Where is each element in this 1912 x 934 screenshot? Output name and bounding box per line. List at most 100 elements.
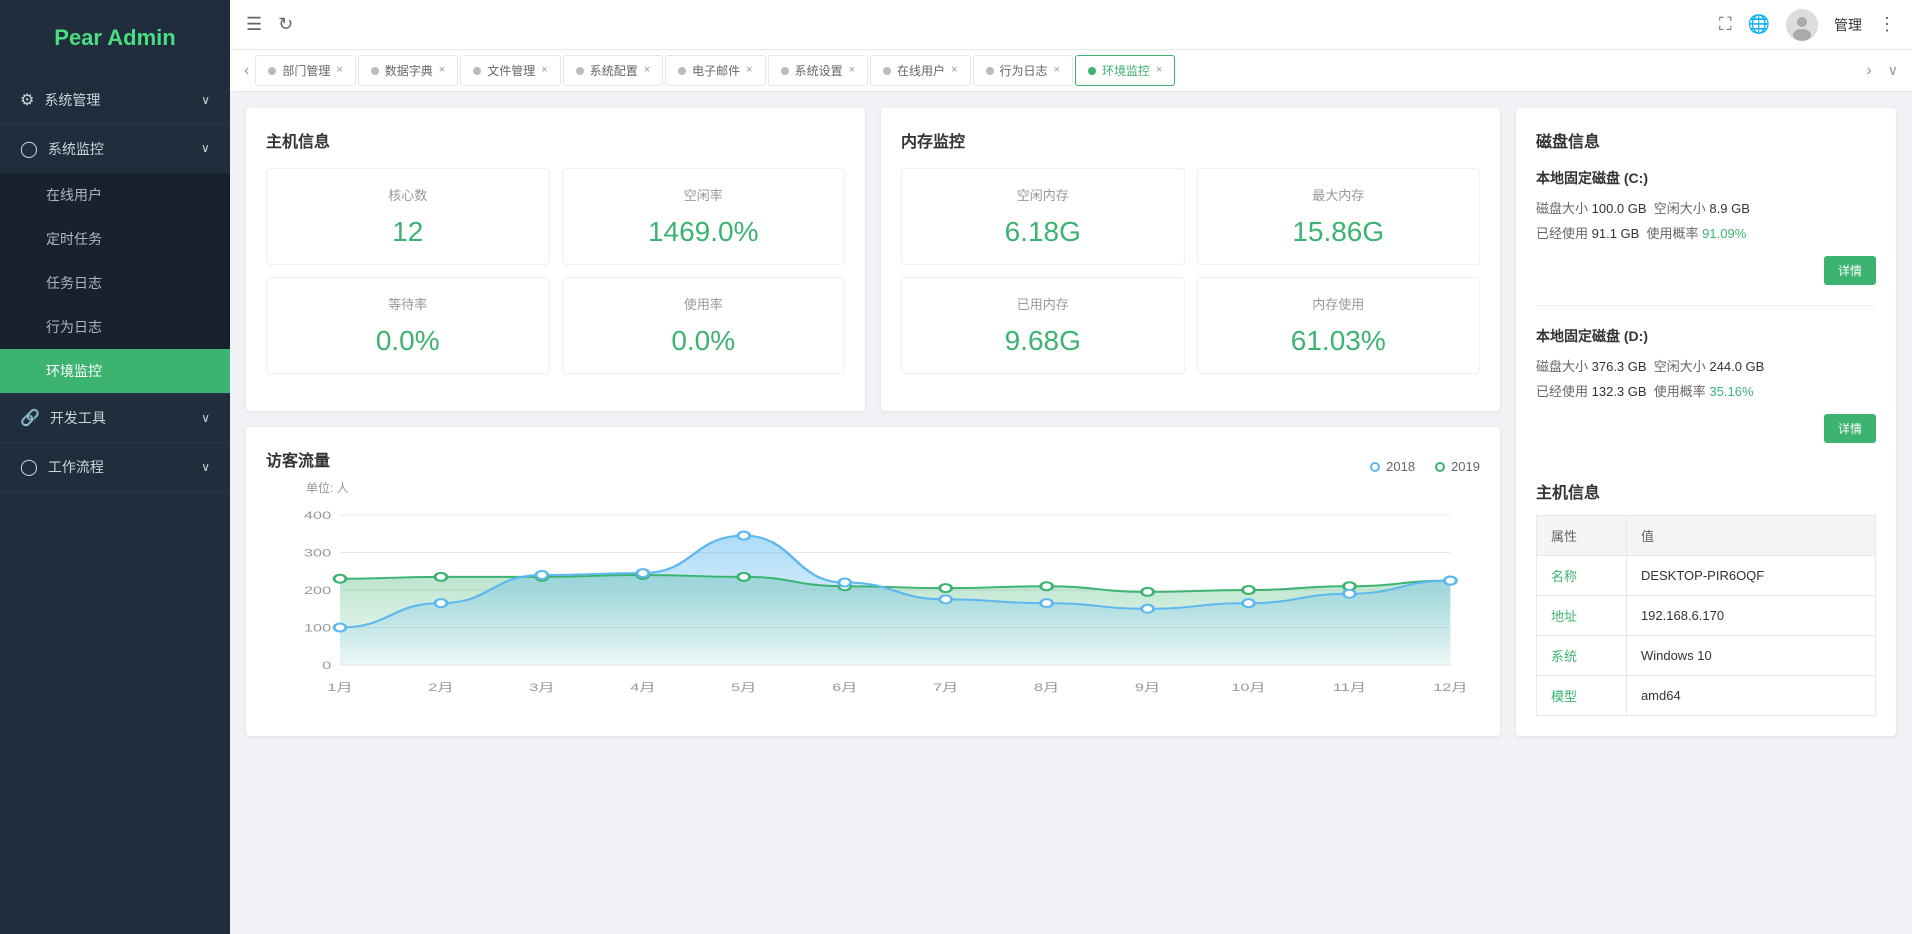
mem-metric-value-1: 15.86G	[1214, 216, 1464, 248]
svg-text:300: 300	[304, 546, 331, 559]
sidebar-item-scheduled-tasks[interactable]: 定时任务	[0, 217, 230, 261]
col-attr: 属性	[1537, 516, 1627, 556]
tab-dot-6	[883, 67, 891, 75]
host-metric-value-3: 0.0%	[579, 325, 829, 357]
host-table-body: 名称DESKTOP-PIR6OQF地址192.168.6.170系统Window…	[1537, 556, 1876, 716]
tab-dot-1	[371, 67, 379, 75]
sidebar-item-env-monitor[interactable]: 环境监控	[0, 349, 230, 393]
sidebar-group-header-system-monitor[interactable]: ◯ 系统监控 ∧	[0, 125, 230, 173]
header: ☰ ↻ ⛶ 🌐 管理 ⋮	[230, 0, 1912, 50]
mem-metric-label-1: 最大内存	[1214, 185, 1464, 204]
host-row-value-1: 192.168.6.170	[1626, 596, 1875, 636]
tab-close-3[interactable]: ×	[644, 65, 650, 76]
sidebar-item-behavior-log[interactable]: 行为日志	[0, 305, 230, 349]
tab-item-0[interactable]: 部门管理×	[255, 55, 355, 86]
fullscreen-icon[interactable]: ⛶	[1719, 14, 1732, 35]
workflow-icon: ◯	[20, 457, 38, 477]
tabs-next-btn[interactable]: ›	[1860, 62, 1877, 80]
memory-metric-0: 空闲内存 6.18G	[901, 168, 1185, 265]
disk-size-row-0: 磁盘大小 100.0 GB 空闲大小 8.9 GB	[1536, 198, 1876, 217]
host-metric-value-2: 0.0%	[283, 325, 533, 357]
svg-text:4月: 4月	[630, 680, 655, 693]
more-icon[interactable]: ⋮	[1878, 14, 1896, 35]
sidebar-group-label-system-manage: 系统管理	[44, 90, 100, 110]
sidebar-group-header-workflow[interactable]: ◯ 工作流程 ∨	[0, 443, 230, 491]
tab-close-5[interactable]: ×	[849, 65, 855, 76]
disk-used-row-1: 已经使用 132.3 GB 使用概率 35.16%	[1536, 381, 1876, 400]
memory-metric-2: 已用内存9.68G	[901, 277, 1185, 374]
chart-legend: 2018 2019	[1370, 459, 1480, 474]
tab-item-5[interactable]: 系统设置 ×	[768, 55, 868, 86]
tab-label-6: 在线用户	[897, 62, 945, 79]
logo-text: Pear Admin	[54, 25, 175, 51]
monitor-icon: ◯	[20, 139, 38, 159]
tab-close-7[interactable]: ×	[1054, 65, 1060, 76]
sidebar-menu: ⚙ 系统管理 ∨ ◯ 系统监控 ∧ 在线用户 定时任务	[0, 76, 230, 934]
chevron-icon-dev-tools: ∨	[201, 411, 210, 425]
avatar[interactable]	[1786, 9, 1818, 41]
chevron-icon-system-monitor: ∧	[201, 142, 210, 156]
link-icon: 🔗	[20, 408, 40, 428]
tab-close-8[interactable]: ×	[1156, 65, 1162, 76]
chevron-icon-workflow: ∨	[201, 460, 210, 474]
sidebar-sub-items-system-monitor: 在线用户 定时任务 任务日志 行为日志 环境监控	[0, 173, 230, 393]
disk-section-0: 本地固定磁盘 (C:) 磁盘大小 100.0 GB 空闲大小 8.9 GB 已经…	[1536, 168, 1876, 306]
tab-dot-8	[1088, 67, 1096, 75]
menu-toggle-icon[interactable]: ☰	[246, 14, 262, 35]
tab-label-5: 系统设置	[795, 62, 843, 79]
chart-wrapper: 单位: 人 0100200300400 1月2月3月4月5月6月7月8月9月10…	[266, 495, 1480, 700]
tab-label-7: 行为日志	[1000, 62, 1048, 79]
tab-close-0[interactable]: ×	[336, 65, 342, 76]
tab-close-4[interactable]: ×	[746, 65, 752, 76]
sidebar-group-dev-tools: 🔗 开发工具 ∨	[0, 394, 230, 443]
traffic-card: 访客流量 2018 2019 单位: 人	[246, 427, 1500, 737]
tab-close-2[interactable]: ×	[541, 65, 547, 76]
tab-item-8[interactable]: 环境监控×	[1075, 55, 1175, 86]
tabs-bar: ‹ 部门管理×数据字典×文件管理×系统配置×电子邮件×系统设置×在线用户×行为日…	[230, 50, 1912, 92]
sidebar-item-task-log[interactable]: 任务日志	[0, 261, 230, 305]
disk-section-1: 本地固定磁盘 (D:) 磁盘大小 376.3 GB 空闲大小 244.0 GB …	[1536, 326, 1876, 463]
chevron-icon-system-manage: ∨	[201, 93, 210, 107]
host-row-value-2: Windows 10	[1626, 636, 1875, 676]
host-metric-label-0: 核心数	[283, 185, 533, 204]
svg-text:3月: 3月	[529, 680, 554, 693]
tab-item-1[interactable]: 数据字典×	[358, 55, 458, 86]
mem-metric-value-0: 6.18G	[918, 216, 1168, 248]
tabs-expand-btn[interactable]: ∨	[1882, 58, 1904, 83]
disk-card: 磁盘信息 本地固定磁盘 (C:) 磁盘大小 100.0 GB 空闲大小 8.9 …	[1516, 108, 1896, 736]
tab-label-3: 系统配置	[590, 62, 638, 79]
memory-metrics-grid: 空闲内存 6.18G 最大内存 15.86G 已用内存9.68G内存使用61.03%	[901, 168, 1480, 374]
tab-item-3[interactable]: 系统配置 ×	[563, 55, 663, 86]
tab-item-6[interactable]: 在线用户 ×	[870, 55, 970, 86]
user-name: 管理	[1834, 15, 1862, 35]
svg-text:200: 200	[304, 583, 331, 596]
tab-item-2[interactable]: 文件管理×	[460, 55, 560, 86]
host-metric-1: 空闲率1469.0%	[562, 168, 846, 265]
sidebar-group-header-system-manage[interactable]: ⚙ 系统管理 ∨	[0, 76, 230, 124]
disk-detail-btn-0[interactable]: 详情	[1824, 256, 1876, 285]
svg-text:2月: 2月	[428, 680, 453, 693]
globe-icon[interactable]: 🌐	[1748, 14, 1770, 35]
disk-detail-btn-1[interactable]: 详情	[1824, 414, 1876, 443]
host-row-value-0: DESKTOP-PIR6OQF	[1626, 556, 1875, 596]
gear-icon: ⚙	[20, 90, 34, 110]
memory-metric-3: 内存使用61.03%	[1197, 277, 1481, 374]
host-row-key-0: 名称	[1537, 556, 1627, 596]
tab-close-6[interactable]: ×	[951, 65, 957, 76]
refresh-icon[interactable]: ↻	[278, 14, 293, 35]
sidebar-group-header-dev-tools[interactable]: 🔗 开发工具 ∨	[0, 394, 230, 442]
tab-close-1[interactable]: ×	[439, 65, 445, 76]
tab-item-4[interactable]: 电子邮件×	[665, 55, 765, 86]
traffic-chart-svg: 0100200300400 1月2月3月4月5月6月7月8月9月10月11月12…	[266, 495, 1480, 695]
header-left: ☰ ↻	[246, 14, 293, 35]
host-metric-2: 等待率0.0%	[266, 277, 550, 374]
mem-metric-label-0: 空闲内存	[918, 185, 1168, 204]
host-metric-value-1: 1469.0%	[579, 216, 829, 248]
sidebar-item-online-users[interactable]: 在线用户	[0, 173, 230, 217]
host-row-value-3: amd64	[1626, 676, 1875, 716]
mem-metric-value-3: 61.03%	[1214, 325, 1464, 357]
tab-item-7[interactable]: 行为日志 ×	[973, 55, 1073, 86]
host-metric-0: 核心数12	[266, 168, 550, 265]
disk-used-row-0: 已经使用 91.1 GB 使用概率 91.09%	[1536, 223, 1876, 242]
tabs-prev-btn[interactable]: ‹	[238, 62, 255, 80]
